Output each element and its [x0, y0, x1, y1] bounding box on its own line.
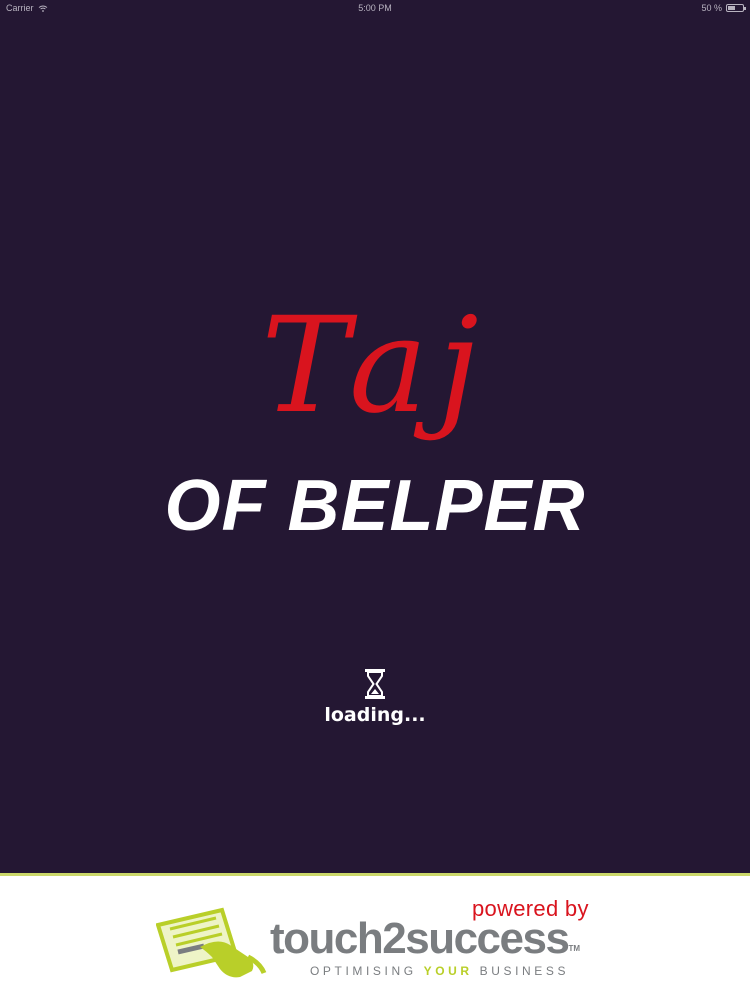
- battery-label: 50 %: [701, 3, 722, 13]
- status-bar: Carrier 5:00 PM 50 %: [0, 0, 750, 16]
- powered-by-footer: powered by touch2successTM OPTIMISING YO…: [0, 873, 750, 1000]
- brand-tagline: OPTIMISING YOUR BUSINESS: [310, 964, 569, 978]
- tagline-start: OPTIMISING: [310, 964, 424, 978]
- battery-fill: [728, 6, 735, 10]
- battery-icon: [726, 4, 746, 12]
- tagline-end: BUSINESS: [472, 964, 570, 978]
- tagline-accent: YOUR: [423, 964, 473, 978]
- loading-text: loading...: [324, 704, 426, 726]
- logo-title: Taj: [261, 289, 489, 443]
- brand-wordmark: touch2successTM: [270, 914, 580, 964]
- brand-name: touch2success: [270, 914, 570, 963]
- trademark-mark: TM: [568, 944, 580, 953]
- hourglass-icon: [365, 669, 385, 699]
- status-battery: 50 %: [701, 3, 746, 13]
- loading-indicator: loading...: [0, 668, 750, 726]
- touch-card-hand-icon: [156, 907, 267, 978]
- status-time: 5:00 PM: [358, 3, 392, 13]
- logo-subtitle: OF BELPER: [164, 466, 586, 546]
